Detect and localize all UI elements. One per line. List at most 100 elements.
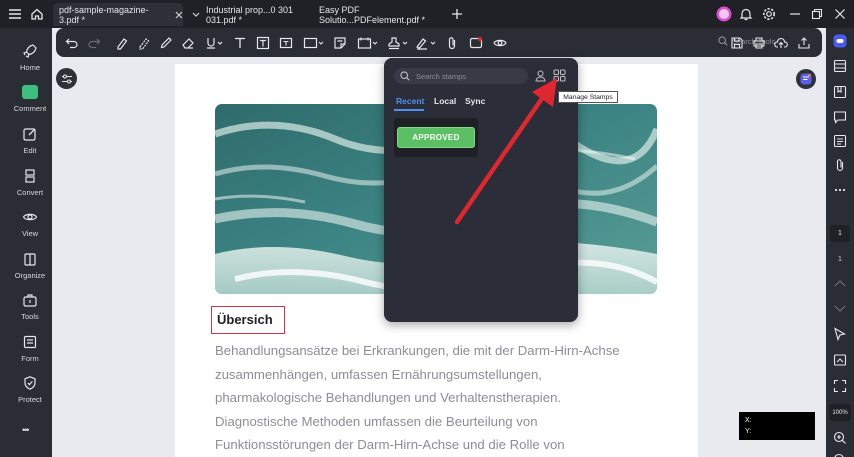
ai-assistant-button[interactable] <box>796 69 816 89</box>
total-pages: 1 <box>838 256 842 263</box>
attachment-panel-icon[interactable] <box>833 158 847 172</box>
restore-icon[interactable] <box>806 4 828 24</box>
signature-icon[interactable] <box>414 34 438 51</box>
fit-page-icon[interactable] <box>833 353 847 367</box>
body-paragraph: Behandlungsansätze bei Erkrankungen, die… <box>215 339 685 457</box>
tab-industrial[interactable]: Industrial prop...0 301 031.pdf * <box>186 3 314 26</box>
paragraph-line: zusammenhängen, umfassen Ernährungsumste… <box>215 366 542 382</box>
sidebar-item-convert[interactable]: Convert <box>8 163 52 203</box>
title-bar: pdf-sample-magazine-3.pdf * Industrial p… <box>0 0 854 28</box>
sidebar-item-view[interactable]: View <box>8 204 52 244</box>
ai-assistant-icon <box>800 73 812 85</box>
ai-logo-icon[interactable] <box>833 34 847 48</box>
paragraph-line: pharmakologische Behandlungen und Verhal… <box>215 390 562 405</box>
sidebar-item-label: Form <box>21 354 39 363</box>
rocket-icon <box>21 42 39 60</box>
bell-icon[interactable] <box>735 4 757 24</box>
cloud-upload-icon[interactable] <box>773 34 789 51</box>
sidebar-item-comment[interactable]: Comment <box>8 79 52 119</box>
underline-icon[interactable] <box>204 34 224 51</box>
comment-toolbar: Search Tools <box>56 28 822 57</box>
sidebar-item-tools[interactable]: Tools <box>8 287 52 327</box>
filter-button[interactable] <box>56 68 77 89</box>
sidebar-item-label: Organize <box>14 271 46 280</box>
text-icon[interactable] <box>232 34 248 51</box>
sidebar-item-home[interactable]: Home <box>8 38 52 78</box>
sidebar-item-protect[interactable]: Protect <box>8 370 52 410</box>
section-heading: Übersich <box>217 312 273 327</box>
panel-layout-icon[interactable] <box>833 59 847 73</box>
sidebar-item-label: Tools <box>21 312 39 321</box>
search-icon <box>400 71 410 81</box>
avatar[interactable] <box>713 4 735 24</box>
home-tab-icon[interactable] <box>26 4 48 24</box>
close-window-icon[interactable] <box>829 4 851 24</box>
search-icon <box>718 36 728 46</box>
sidebar-item-label: Home <box>19 63 40 72</box>
right-sidebar: 1 1 100% <box>826 28 854 457</box>
measure-icon[interactable] <box>356 34 380 51</box>
x-coordinate-label: X: <box>745 417 752 424</box>
more-options-icon[interactable] <box>833 183 847 197</box>
organize-icon <box>21 250 39 268</box>
zoom-in-icon[interactable] <box>833 431 847 445</box>
toolbox-icon <box>21 291 39 309</box>
eye-icon <box>21 208 39 226</box>
tab-recent[interactable]: Recent <box>396 96 424 106</box>
textbox-icon[interactable] <box>255 34 271 51</box>
chevron-down-icon <box>192 12 200 18</box>
properties-panel-icon[interactable] <box>833 134 847 148</box>
tab-label: Industrial prop...0 301 031.pdf * <box>206 4 294 25</box>
add-comment-icon[interactable] <box>468 34 484 51</box>
convert-icon <box>21 167 39 185</box>
sidebar-item-organize[interactable]: Organize <box>8 246 52 286</box>
attachment-icon[interactable] <box>444 34 460 51</box>
fullscreen-icon[interactable] <box>833 379 847 393</box>
zoom-level[interactable]: 100% <box>829 404 851 421</box>
undo-icon[interactable] <box>64 34 80 51</box>
bookmark-panel-icon[interactable] <box>833 85 847 99</box>
zoom-out-icon[interactable] <box>833 453 847 457</box>
highlighter-icon[interactable] <box>114 34 130 51</box>
section-heading-box[interactable]: Übersich <box>211 306 285 334</box>
sidebar-item-label: Comment <box>13 104 47 113</box>
save-icon[interactable] <box>729 34 745 51</box>
gear-icon[interactable] <box>758 4 780 24</box>
tab-easy-pdf[interactable]: Easy PDF Solutio...PDFelement.pdf * <box>313 3 443 26</box>
close-tab-icon[interactable] <box>175 11 183 19</box>
menu-icon[interactable] <box>4 4 26 24</box>
new-tab-button[interactable] <box>446 4 468 24</box>
sidebar-item-label: Convert <box>16 188 44 197</box>
redo-icon[interactable] <box>86 34 102 51</box>
eraser-icon[interactable] <box>180 34 196 51</box>
callout-icon[interactable] <box>278 34 294 51</box>
annotation-arrow <box>454 78 557 225</box>
share-icon[interactable] <box>796 34 812 51</box>
paragraph-line: Behandlungsansätze bei Erkrankungen, die… <box>215 343 620 358</box>
print-icon[interactable] <box>751 34 767 51</box>
shape-icon[interactable] <box>302 34 326 51</box>
shield-icon <box>21 374 39 392</box>
current-page-input[interactable]: 1 <box>830 225 850 242</box>
pencil-icon[interactable] <box>158 34 174 51</box>
sidebar-item-edit[interactable]: Edit <box>8 121 52 161</box>
tab-pdf-sample[interactable]: pdf-sample-magazine-3.pdf * <box>53 3 183 26</box>
tab-label: Easy PDF Solutio...PDFelement.pdf * <box>319 4 426 25</box>
chevron-up-icon[interactable] <box>833 276 847 290</box>
sidebar-item-form[interactable]: Form <box>8 329 52 369</box>
note-icon[interactable] <box>332 34 348 51</box>
minimize-icon[interactable] <box>784 4 806 24</box>
chevron-down-icon[interactable] <box>833 302 847 316</box>
active-tab-indicator <box>394 109 424 111</box>
sidebar-item-label: View <box>21 229 39 238</box>
y-coordinate-label: Y: <box>745 428 752 435</box>
eye-icon[interactable] <box>492 34 508 51</box>
form-icon <box>21 333 39 351</box>
area-highlight-icon[interactable] <box>136 34 152 51</box>
sidebar-item-label: Edit <box>23 146 37 155</box>
select-cursor-icon[interactable] <box>833 327 847 341</box>
comments-panel-icon[interactable] <box>833 110 847 124</box>
stamp-icon[interactable] <box>386 34 410 51</box>
more-icon[interactable]: ••• <box>22 425 30 435</box>
edit-icon <box>21 125 39 143</box>
